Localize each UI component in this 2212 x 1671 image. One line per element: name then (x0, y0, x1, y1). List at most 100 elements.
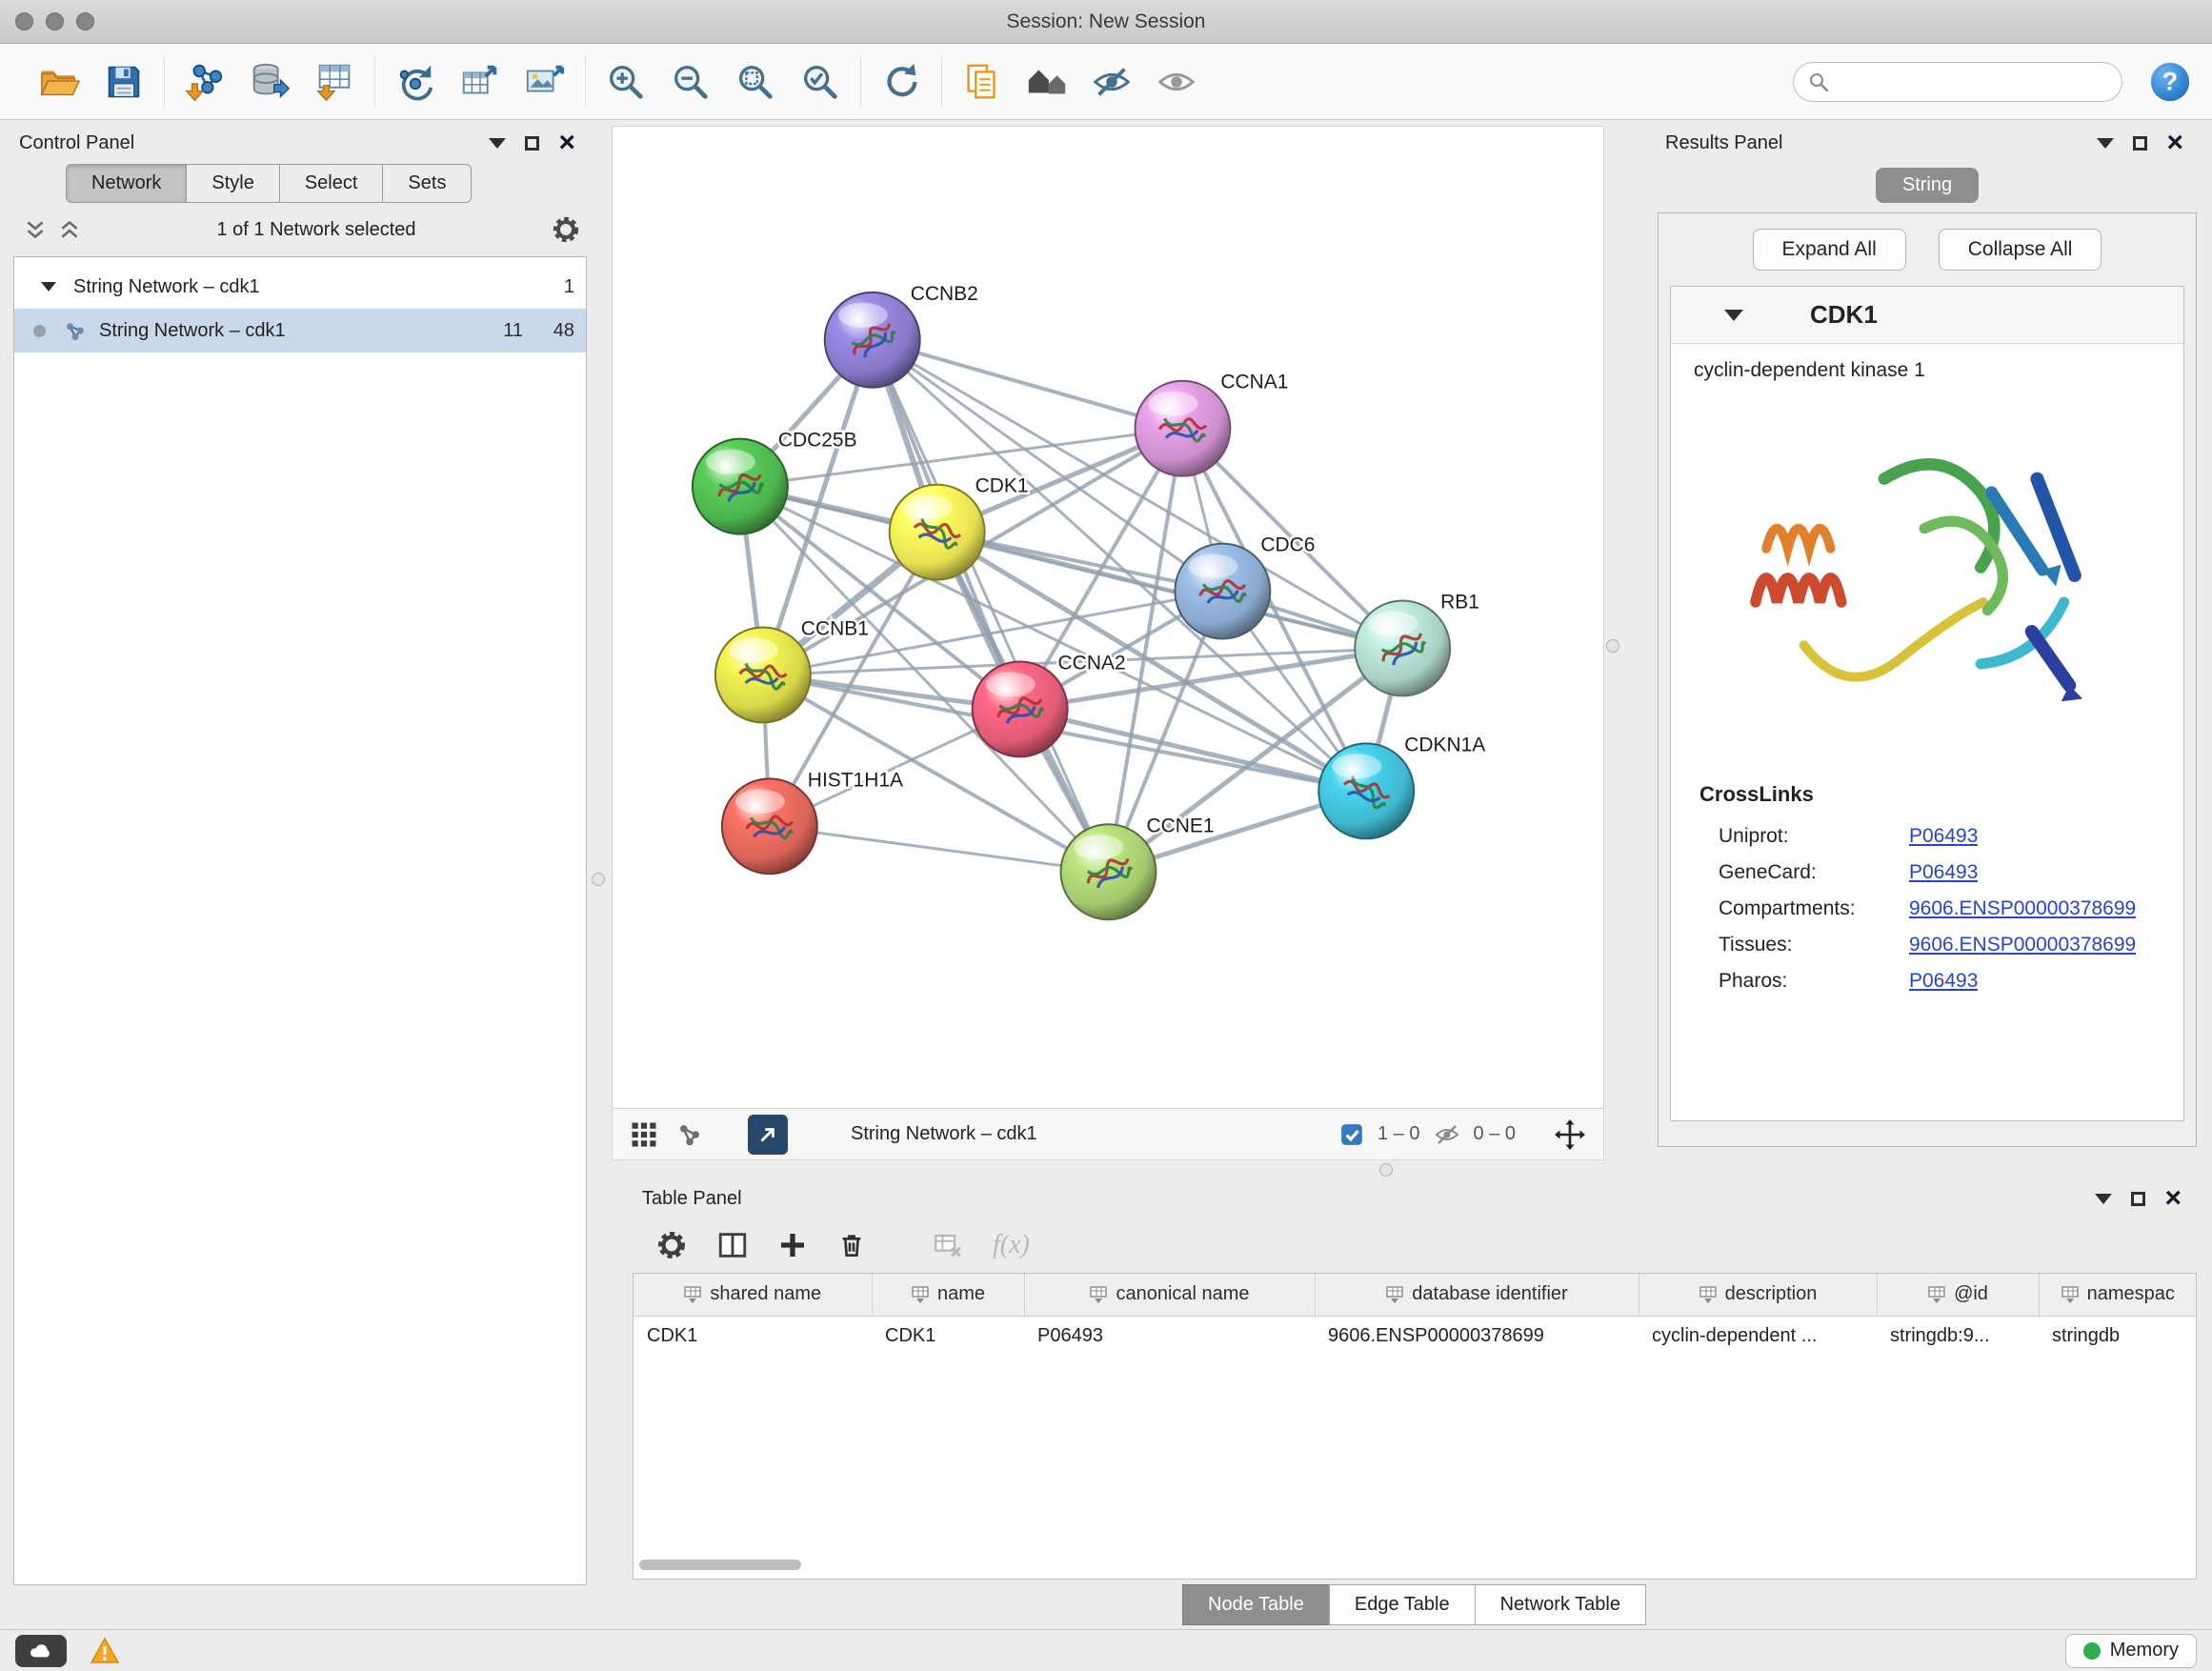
column-header[interactable]: @id (1877, 1274, 2039, 1316)
close-panel-icon[interactable]: × (2166, 133, 2183, 152)
show-graphics-details-button[interactable] (1150, 55, 1203, 109)
edge-CCNB2-CCNE1[interactable] (873, 340, 1109, 872)
scrollbar-thumb[interactable] (639, 1560, 801, 1570)
column-header[interactable]: canonical name (1024, 1274, 1315, 1316)
crosslink-uniprot-link[interactable]: P06493 (1909, 825, 1978, 848)
first-neighbors-button[interactable] (389, 55, 442, 109)
collapse-section-icon[interactable] (1724, 310, 1743, 321)
network-collection-row[interactable]: String Network – cdk1 1 (14, 265, 586, 309)
titlebar: Session: New Session (0, 0, 2212, 44)
gear-icon[interactable] (551, 214, 581, 245)
search-input[interactable] (1838, 70, 2108, 92)
column-header[interactable]: name (872, 1274, 1024, 1316)
edge-CCNE1-HIST1H1A[interactable] (770, 826, 1109, 872)
new-network-from-selection-button[interactable] (453, 55, 507, 109)
save-session-button[interactable] (97, 55, 151, 109)
horizontal-splitter[interactable] (598, 1160, 2212, 1179)
delete-column-trash-icon[interactable] (836, 1230, 867, 1260)
float-panel-icon[interactable] (525, 136, 539, 151)
zoom-in-button[interactable] (599, 55, 653, 109)
floppy-disk-icon (102, 60, 146, 104)
tab-network-table[interactable]: Network Table (1475, 1584, 1646, 1625)
edge-CCNA2-CDKN1A[interactable] (1020, 709, 1367, 791)
collapse-panel-icon[interactable] (2097, 138, 2114, 149)
tab-string[interactable]: String (1876, 168, 1979, 203)
close-panel-icon[interactable]: × (558, 133, 575, 152)
network-canvas[interactable]: CCNB2CCNA1CDC25BCDK1CDC6RB1CCNB1CCNA2CDK… (612, 126, 1604, 1109)
horizontal-scrollbar[interactable] (639, 1560, 2190, 1575)
column-header[interactable]: description (1639, 1274, 1877, 1316)
warning-button[interactable] (82, 1635, 128, 1667)
tab-style[interactable]: Style (186, 164, 279, 203)
table-settings-gear-icon[interactable] (655, 1229, 688, 1261)
network-node-CCNA1[interactable]: CCNA1 (1135, 372, 1288, 476)
show-columns-icon[interactable] (716, 1229, 749, 1261)
close-window-icon[interactable] (15, 12, 33, 30)
float-panel-icon[interactable] (2131, 1192, 2145, 1206)
selected-counter: 1 – 0 (1377, 1123, 1419, 1145)
network-node-CCNE1[interactable]: CCNE1 (1061, 815, 1215, 919)
pan-crosshair-icon[interactable] (1554, 1118, 1586, 1151)
crosslink-tissues-link[interactable]: 9606.ENSP00000378699 (1909, 934, 2136, 956)
add-column-icon[interactable] (777, 1230, 808, 1260)
collapse-all-button[interactable]: Collapse All (1939, 229, 2102, 271)
column-header[interactable]: database identifier (1315, 1274, 1639, 1316)
close-panel-icon[interactable]: × (2164, 1189, 2182, 1208)
tree-expand-icon[interactable] (41, 282, 56, 292)
network-node-HIST1H1A[interactable]: HIST1H1A (722, 769, 903, 874)
crosslink-pharos-link[interactable]: P06493 (1909, 970, 1978, 993)
tab-select[interactable]: Select (279, 164, 384, 203)
network-overview-icon[interactable] (675, 1120, 704, 1149)
memory-button[interactable]: Memory (2065, 1634, 2197, 1668)
import-network-file-button[interactable] (178, 55, 231, 109)
network-node-RB1[interactable]: RB1 (1355, 592, 1479, 696)
collapse-panel-icon[interactable] (489, 138, 506, 149)
right-splitter-handle[interactable] (1606, 639, 1619, 653)
zoom-selected-button[interactable] (794, 55, 847, 109)
detach-view-button[interactable] (748, 1115, 788, 1155)
tab-node-table[interactable]: Node Table (1182, 1584, 1330, 1625)
open-session-button[interactable] (32, 55, 86, 109)
export-image-button[interactable] (518, 55, 572, 109)
collapse-panel-icon[interactable] (2095, 1194, 2112, 1204)
table-row[interactable]: CDK1 CDK1 P06493 9606.ENSP00000378699 cy… (633, 1316, 2196, 1356)
tab-edge-table[interactable]: Edge Table (1329, 1584, 1476, 1625)
node-label-RB1: RB1 (1440, 592, 1479, 614)
search-icon (1807, 70, 1830, 93)
grid-view-icon[interactable] (630, 1120, 658, 1149)
collapse-all-tree-icon[interactable] (57, 217, 82, 242)
cloud-button[interactable] (15, 1635, 67, 1667)
left-splitter-handle[interactable] (592, 873, 605, 886)
apply-layout-button[interactable] (875, 55, 928, 109)
column-sort-icon (1927, 1285, 1946, 1304)
crosslink-genecard-link[interactable]: P06493 (1909, 861, 1978, 884)
expand-all-tree-icon[interactable] (23, 217, 48, 242)
zoom-out-icon (669, 60, 713, 104)
column-header[interactable]: namespac (2039, 1274, 2196, 1316)
float-panel-icon[interactable] (2133, 136, 2147, 151)
network-node-CCNB2[interactable]: CCNB2 (825, 283, 978, 388)
network-node-CDK1[interactable]: CDK1 (890, 475, 1029, 580)
zoom-fit-button[interactable] (729, 55, 782, 109)
expand-all-button[interactable]: Expand All (1753, 229, 1906, 271)
window-title: Session: New Session (0, 10, 2212, 33)
hide-graphics-details-button[interactable] (1085, 55, 1138, 109)
import-network-database-button[interactable] (243, 55, 296, 109)
tab-network[interactable]: Network (66, 164, 187, 203)
minimize-window-icon[interactable] (46, 12, 64, 30)
tab-sets[interactable]: Sets (382, 164, 472, 203)
column-header[interactable]: shared name (633, 1274, 872, 1316)
network-row[interactable]: String Network – cdk1 11 48 (14, 309, 586, 352)
crosslink-compartments-link[interactable]: 9606.ENSP00000378699 (1909, 897, 2136, 920)
network-node-CDKN1A[interactable]: CDKN1A (1318, 734, 1485, 838)
birdseye-view-button[interactable] (1020, 55, 1074, 109)
import-table-button[interactable] (308, 55, 361, 109)
zoom-out-button[interactable] (664, 55, 717, 109)
warning-icon (90, 1637, 120, 1665)
node-details-header[interactable]: CDK1 (1671, 287, 2183, 344)
table-header-row: shared name name canonical name database… (633, 1274, 2196, 1316)
splitter-handle[interactable] (1379, 1163, 1393, 1177)
annotations-button[interactable] (955, 55, 1009, 109)
zoom-window-icon[interactable] (76, 12, 94, 30)
help-button[interactable]: ? (2147, 59, 2193, 105)
